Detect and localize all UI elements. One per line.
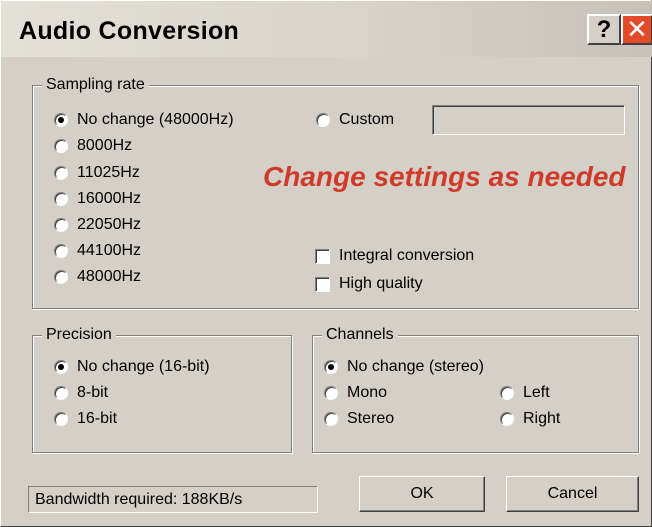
radio-button-selected[interactable] [324,360,338,374]
precision-group: Precision No change (16-bit) 8-bit 16-bi… [32,325,292,453]
radio-label: 44100Hz [77,242,142,259]
radio-label: 8000Hz [77,137,133,154]
radio-sampling-48000[interactable]: 48000Hz [54,266,141,288]
radio-label: 22050Hz [77,216,142,233]
radio-button-selected[interactable] [54,360,68,374]
radio-button-selected[interactable] [54,113,68,127]
radio-precision-8bit[interactable]: 8-bit [54,382,108,404]
channels-legend: Channels [322,325,398,345]
radio-label: Stereo [347,410,395,427]
window-title: Audio Conversion [19,17,240,45]
radio-label: Mono [347,384,388,401]
radio-button[interactable] [500,412,514,426]
radio-sampling-custom[interactable]: Custom [316,109,394,131]
radio-sampling-8000[interactable]: 8000Hz [54,135,132,157]
radio-label: No change (48000Hz) [77,111,234,128]
checkbox-high-quality[interactable]: High quality [315,273,423,295]
channels-group: Channels No change (stereo) Mono Left St… [312,325,639,453]
radio-sampling-no-change[interactable]: No change (48000Hz) [54,109,234,131]
radio-channels-no-change[interactable]: No change (stereo) [324,356,484,378]
radio-channels-right[interactable]: Right [500,408,560,430]
radio-button[interactable] [54,244,68,258]
bandwidth-status: Bandwidth required: 188KB/s [28,486,318,513]
cancel-button[interactable]: Cancel [506,476,639,512]
radio-sampling-44100[interactable]: 44100Hz [54,240,141,262]
radio-label: No change (stereo) [347,358,484,375]
radio-sampling-16000[interactable]: 16000Hz [54,188,141,210]
radio-channels-stereo[interactable]: Stereo [324,408,394,430]
radio-precision-16bit[interactable]: 16-bit [54,408,117,430]
checkbox-integral-conversion[interactable]: Integral conversion [315,245,474,267]
precision-legend: Precision [42,325,116,345]
radio-label: Right [523,410,561,427]
close-button[interactable]: ✕ [621,14,652,45]
sampling-rate-group: Sampling rate No change (48000Hz) 8000Hz… [32,75,639,309]
radio-label: 16000Hz [77,190,142,207]
radio-label: Custom [339,111,395,128]
radio-button[interactable] [54,139,68,153]
title-bar[interactable]: Audio Conversion ? ✕ [1,1,652,57]
radio-label: 16-bit [77,410,118,427]
radio-button[interactable] [54,166,68,180]
radio-sampling-22050[interactable]: 22050Hz [54,214,141,236]
radio-button[interactable] [54,270,68,284]
radio-button[interactable] [324,386,338,400]
radio-button[interactable] [54,218,68,232]
checkbox[interactable] [315,248,330,264]
radio-button[interactable] [324,412,338,426]
checkbox-label: Integral conversion [339,247,475,264]
radio-button[interactable] [54,386,68,400]
audio-conversion-dialog: Audio Conversion ? ✕ Sampling rate No ch… [0,0,652,527]
ok-button[interactable]: OK [359,476,485,512]
radio-button[interactable] [54,412,68,426]
radio-label: No change (16-bit) [77,358,210,375]
radio-channels-mono[interactable]: Mono [324,382,387,404]
hint-text: Change settings as needed [263,161,626,192]
radio-precision-no-change[interactable]: No change (16-bit) [54,356,210,378]
radio-button[interactable] [316,113,330,127]
checkbox[interactable] [315,276,330,292]
radio-button[interactable] [500,386,514,400]
radio-label: 8-bit [77,384,109,401]
radio-channels-left[interactable]: Left [500,382,550,404]
checkbox-label: High quality [339,275,423,292]
close-icon: ✕ [626,14,648,44]
help-button[interactable]: ? [587,14,621,45]
help-icon: ? [596,16,612,43]
sampling-rate-legend: Sampling rate [42,75,149,95]
radio-label: 48000Hz [77,268,142,285]
radio-label: 11025Hz [77,164,140,181]
radio-label: Left [523,384,550,401]
radio-button[interactable] [54,192,68,206]
custom-rate-field[interactable] [432,105,625,135]
radio-sampling-11025[interactable]: 11025Hz [54,162,140,184]
